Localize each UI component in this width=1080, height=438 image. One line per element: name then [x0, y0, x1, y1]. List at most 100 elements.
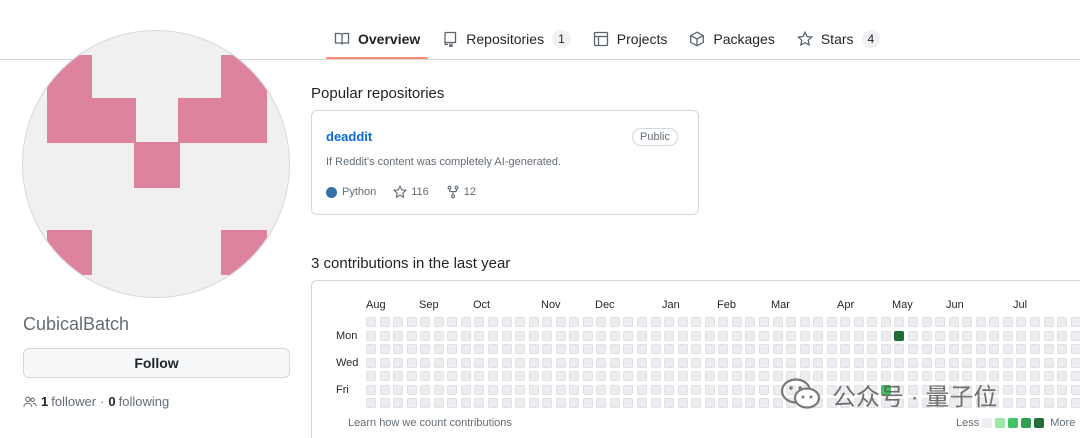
contribution-day[interactable] [542, 344, 553, 355]
contribution-day[interactable] [908, 317, 918, 327]
contribution-day[interactable] [596, 357, 607, 368]
contribution-day[interactable] [1057, 357, 1068, 368]
contribution-day[interactable] [528, 330, 539, 341]
contribution-day[interactable] [555, 357, 566, 368]
contribution-day[interactable] [596, 398, 607, 409]
contribution-day[interactable] [406, 357, 417, 368]
contribution-day[interactable] [840, 344, 851, 355]
contribution-day[interactable] [989, 357, 1000, 368]
contribution-day[interactable] [772, 330, 783, 341]
contribution-day[interactable] [935, 357, 946, 368]
contribution-day[interactable] [515, 398, 526, 409]
contribution-day[interactable] [1057, 384, 1068, 395]
contribution-day[interactable] [379, 344, 390, 355]
contribution-day[interactable] [1043, 398, 1054, 409]
contribution-day[interactable] [609, 357, 620, 368]
contribution-day[interactable] [772, 357, 783, 368]
contribution-day[interactable] [582, 330, 593, 341]
contribution-day[interactable] [379, 357, 390, 368]
contribution-day[interactable] [447, 357, 458, 368]
contribution-day[interactable] [718, 384, 729, 395]
contribution-day[interactable] [515, 357, 526, 368]
contribution-day[interactable] [379, 398, 390, 409]
contribution-day[interactable] [948, 330, 959, 341]
contribution-day[interactable] [637, 398, 647, 409]
contribution-day[interactable] [379, 330, 390, 341]
contribution-day[interactable] [366, 371, 376, 382]
contribution-day[interactable] [867, 330, 878, 341]
contribution-day[interactable] [420, 330, 431, 341]
contribution-day[interactable] [515, 371, 526, 382]
contribution-day[interactable] [650, 384, 661, 395]
contribution-day[interactable] [677, 317, 688, 327]
contribution-day[interactable] [921, 357, 932, 368]
contribution-day[interactable] [664, 384, 675, 395]
contribution-day[interactable] [487, 384, 498, 395]
contribution-day[interactable] [935, 344, 946, 355]
contribution-day[interactable] [609, 384, 620, 395]
contribution-day[interactable] [569, 317, 580, 327]
contribution-day[interactable] [691, 384, 702, 395]
contribution-day[interactable] [542, 330, 553, 341]
contribution-day[interactable] [1016, 384, 1027, 395]
contribution-day[interactable] [528, 371, 539, 382]
contribution-day[interactable] [515, 384, 526, 395]
contribution-day[interactable] [637, 344, 647, 355]
contribution-day[interactable] [758, 371, 769, 382]
contribution-day[interactable] [366, 398, 376, 409]
contribution-day[interactable] [433, 330, 444, 341]
contribution-day[interactable] [501, 398, 512, 409]
repo-forks[interactable]: 12 [446, 185, 476, 199]
contribution-day[interactable] [555, 317, 566, 327]
tab-repositories[interactable]: Repositories 1 [434, 20, 579, 58]
contribution-day[interactable] [758, 357, 769, 368]
contribution-day[interactable] [1016, 344, 1027, 355]
contribution-day[interactable] [677, 384, 688, 395]
contribution-day[interactable] [908, 344, 918, 355]
contribution-day[interactable] [664, 317, 675, 327]
contribution-day[interactable] [420, 317, 431, 327]
contribution-day[interactable] [786, 317, 797, 327]
contribution-day[interactable] [718, 371, 729, 382]
contribution-day[interactable] [962, 357, 973, 368]
contribution-day[interactable] [731, 371, 742, 382]
contribution-day[interactable] [460, 398, 471, 409]
contribution-day[interactable] [758, 330, 769, 341]
contribution-day[interactable] [406, 384, 417, 395]
contribution-day[interactable] [406, 344, 417, 355]
contribution-day[interactable] [582, 344, 593, 355]
contribution-day[interactable] [731, 317, 742, 327]
contribution-day[interactable] [704, 330, 715, 341]
contribution-day[interactable] [555, 330, 566, 341]
contribution-day[interactable] [718, 398, 729, 409]
contribution-day[interactable] [582, 317, 593, 327]
contribution-day[interactable] [1070, 357, 1080, 368]
contribution-day[interactable] [1029, 384, 1040, 395]
contribution-day[interactable] [908, 330, 918, 341]
contribution-day[interactable] [501, 384, 512, 395]
contribution-day[interactable] [894, 330, 905, 341]
contribution-day[interactable] [555, 384, 566, 395]
contribution-day[interactable] [609, 398, 620, 409]
contribution-day[interactable] [1016, 371, 1027, 382]
contribution-day[interactable] [528, 398, 539, 409]
contribution-day[interactable] [433, 371, 444, 382]
contribution-day[interactable] [880, 357, 891, 368]
contribution-day[interactable] [650, 357, 661, 368]
contribution-day[interactable] [975, 317, 986, 327]
contribution-day[interactable] [677, 330, 688, 341]
contribution-day[interactable] [623, 317, 634, 327]
contribution-day[interactable] [487, 317, 498, 327]
tab-packages[interactable]: Packages [681, 20, 782, 58]
contribution-day[interactable] [745, 357, 756, 368]
contribution-day[interactable] [406, 371, 417, 382]
contribution-day[interactable] [867, 357, 878, 368]
contribution-day[interactable] [989, 317, 1000, 327]
contribution-day[interactable] [880, 344, 891, 355]
learn-contributions-link[interactable]: Learn how we count contributions [348, 417, 512, 429]
contribution-day[interactable] [1070, 384, 1080, 395]
contribution-day[interactable] [799, 344, 810, 355]
contribution-day[interactable] [1016, 317, 1027, 327]
contribution-day[interactable] [975, 357, 986, 368]
contribution-day[interactable] [691, 357, 702, 368]
